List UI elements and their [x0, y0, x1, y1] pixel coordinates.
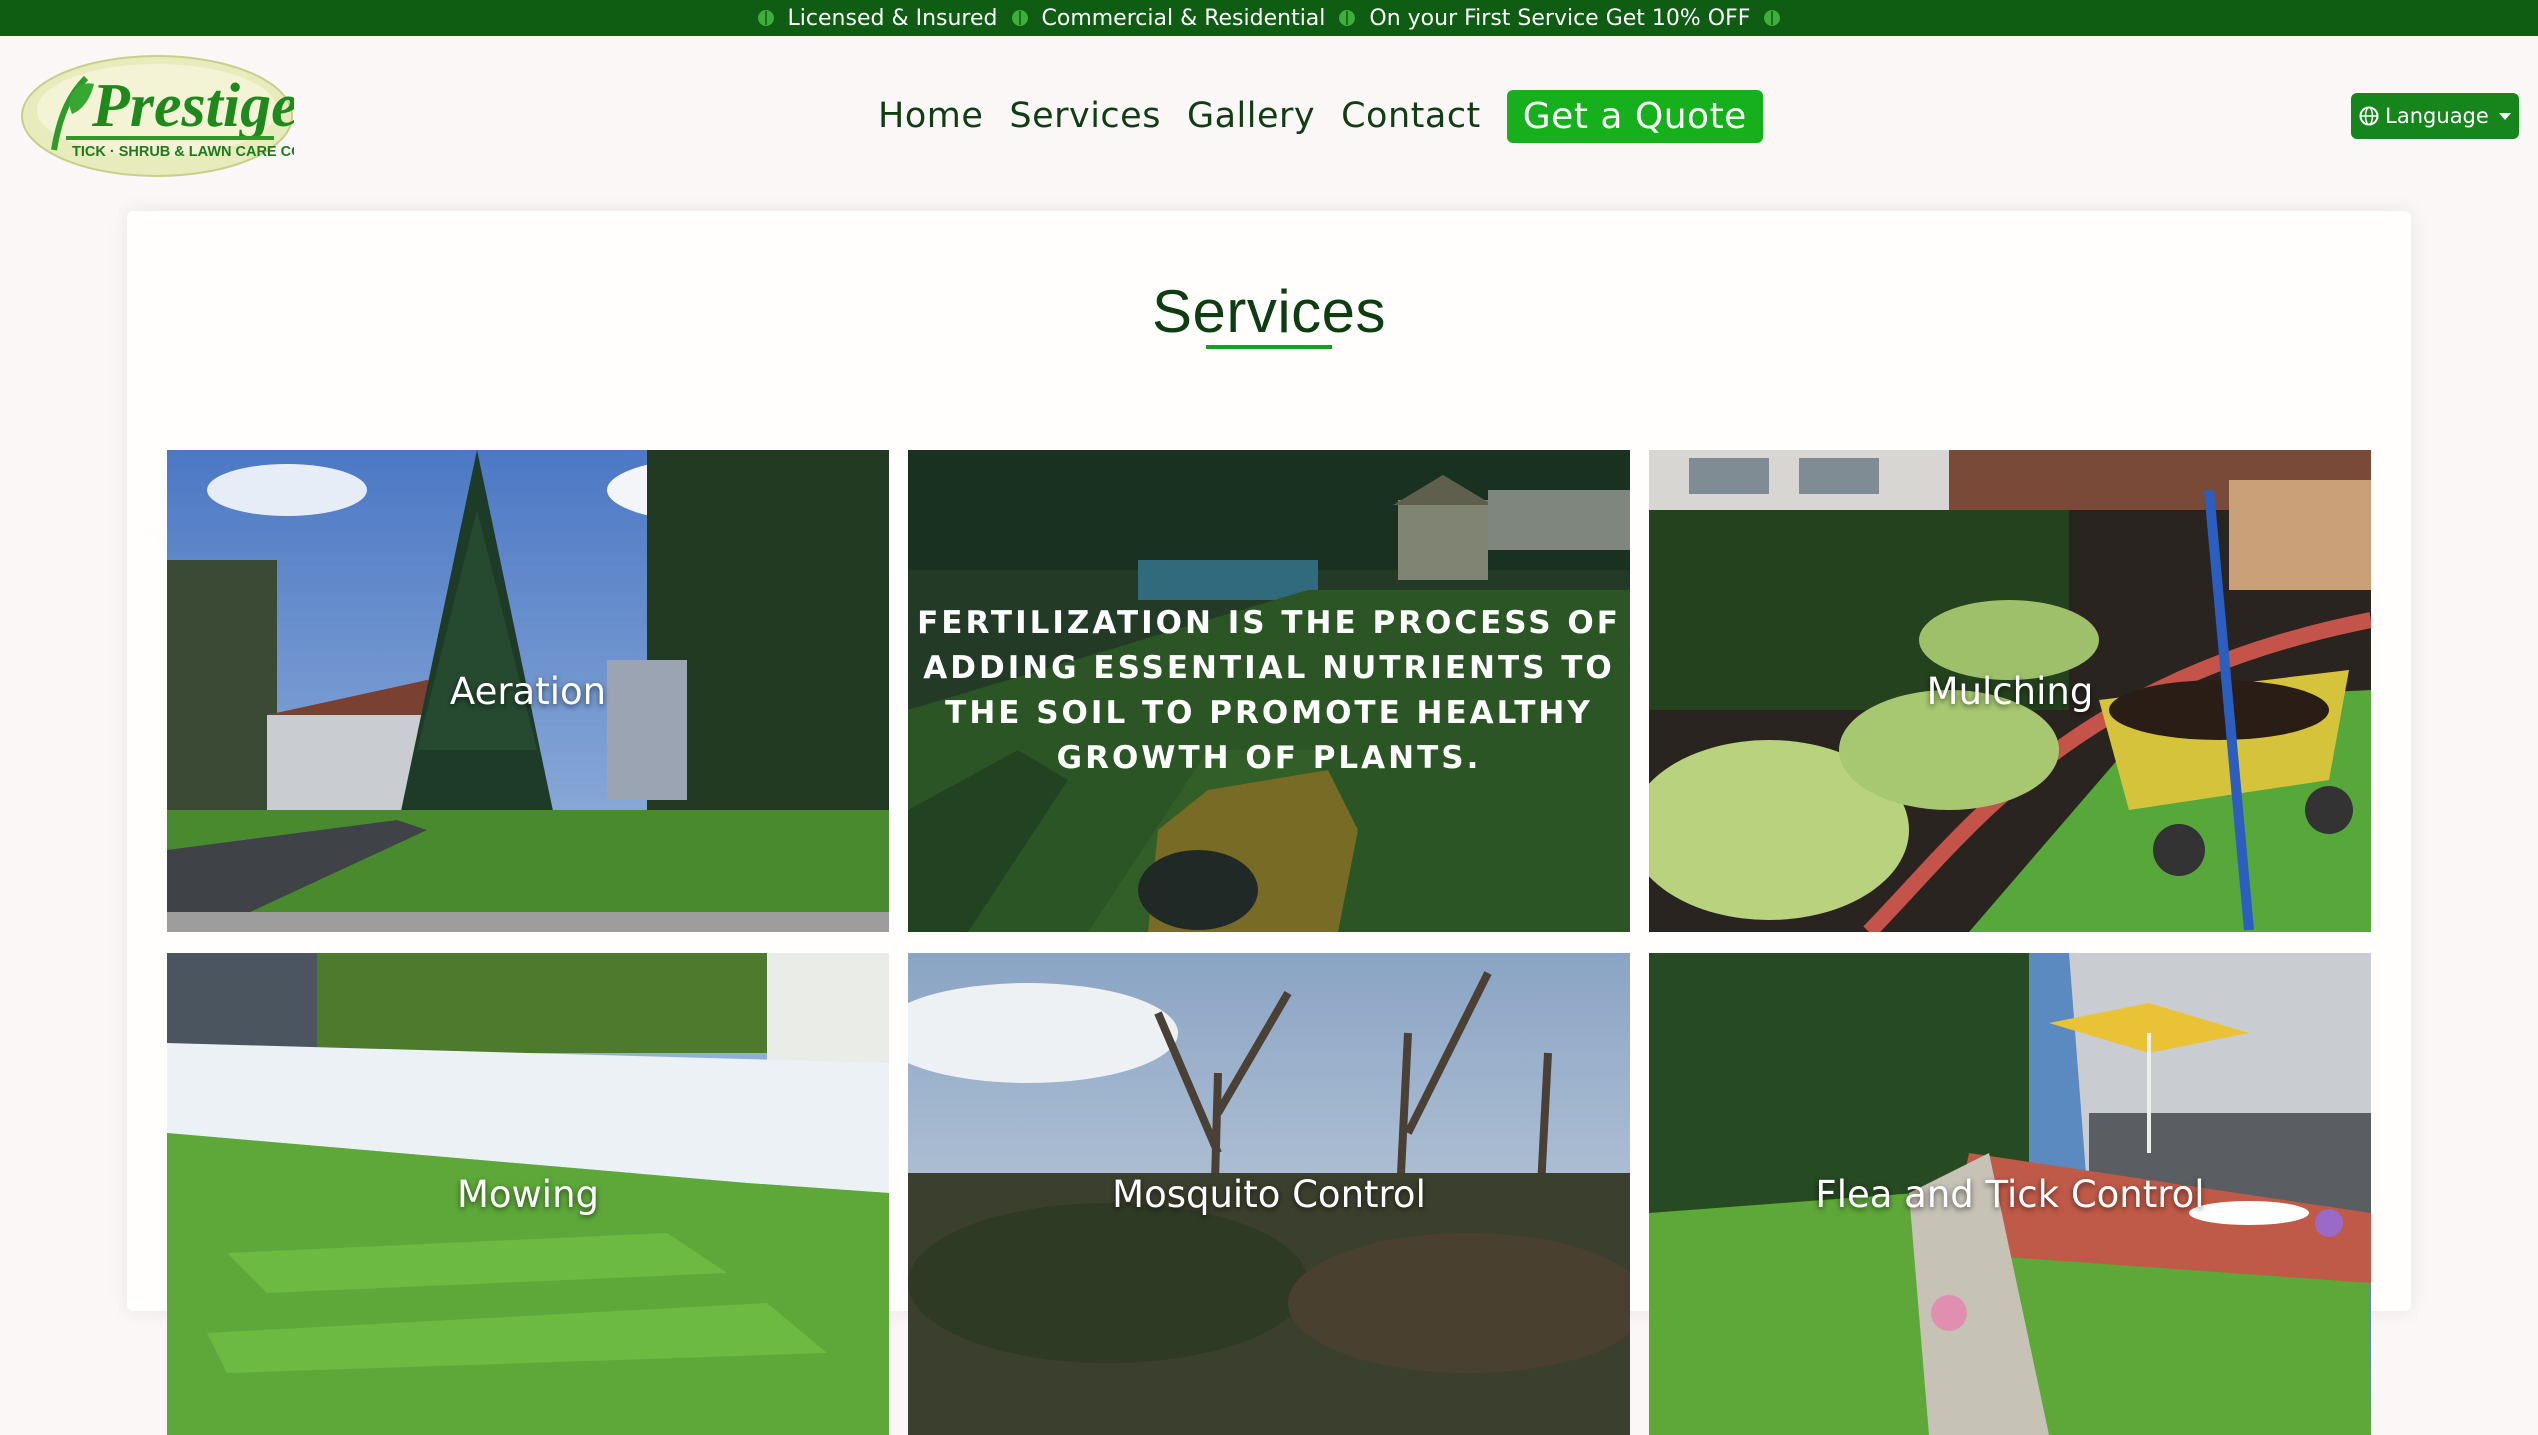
main-nav: Home Services Gallery Contact Get a Quot… — [878, 84, 1763, 148]
service-tile-mowing[interactable]: Mowing — [167, 953, 889, 1435]
tile-label: Flea and Tick Control — [1815, 1172, 2205, 1216]
leaf-icon — [1764, 10, 1781, 26]
tile-label: Mulching — [1926, 669, 2094, 713]
announcement-bar: Licensed & Insured Commercial & Resident… — [0, 0, 2538, 36]
get-a-quote-button[interactable]: Get a Quote — [1506, 89, 1763, 143]
services-section: Services Aeration FERTILIZATION IS THE P… — [127, 211, 2411, 1435]
service-tile-mosquito-control[interactable]: Mosquito Control — [908, 953, 1630, 1435]
tile-description: Fertilization is the process of adding e… — [917, 605, 1621, 776]
tile-label: Mosquito Control — [1112, 1172, 1426, 1216]
nav-contact[interactable]: Contact — [1341, 96, 1481, 136]
announcement-commercial: Commercial & Residential — [1041, 5, 1326, 31]
title-underline — [1206, 345, 1332, 349]
language-label: Language — [2385, 104, 2489, 128]
svg-text:TICK · SHRUB & LAWN CARE CORP: TICK · SHRUB & LAWN CARE CORP — [72, 144, 294, 160]
leaf-icon — [757, 10, 774, 26]
nav-home[interactable]: Home — [878, 96, 983, 136]
chevron-down-icon — [2498, 112, 2511, 120]
leaf-icon — [1011, 10, 1028, 26]
tile-label: Aeration — [449, 669, 607, 713]
company-logo[interactable]: Prestige TICK · SHRUB & LAWN CARE CORP — [20, 54, 294, 178]
nav-services[interactable]: Services — [1009, 96, 1161, 136]
leaf-icon — [1339, 10, 1356, 26]
service-tile-mulching[interactable]: Mulching — [1649, 450, 2371, 932]
service-tile-fertilization[interactable]: Fertilization is the process of adding e… — [908, 450, 1630, 932]
globe-icon — [2359, 106, 2379, 126]
announcement-licensed: Licensed & Insured — [787, 5, 998, 31]
section-title: Services — [1151, 278, 1387, 345]
tile-label: Mowing — [456, 1172, 600, 1216]
service-tile-flea-and-tick-control[interactable]: Flea and Tick Control — [1649, 953, 2371, 1435]
service-tile-aeration[interactable]: Aeration — [167, 450, 889, 932]
nav-gallery[interactable]: Gallery — [1187, 96, 1315, 136]
svg-text:Prestige: Prestige — [91, 72, 294, 140]
language-dropdown[interactable]: Language — [2351, 93, 2519, 139]
announcement-discount: On your First Service Get 10% OFF — [1369, 5, 1751, 31]
